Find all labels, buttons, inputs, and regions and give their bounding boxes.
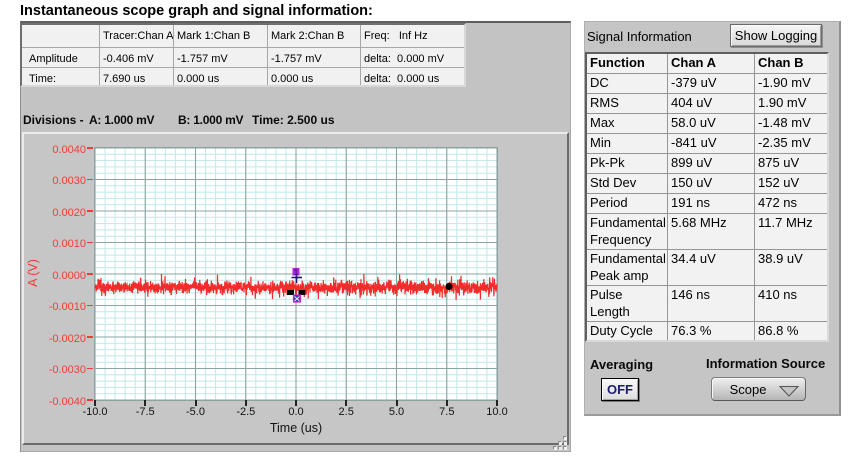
svg-text:1: 1 — [294, 268, 299, 277]
